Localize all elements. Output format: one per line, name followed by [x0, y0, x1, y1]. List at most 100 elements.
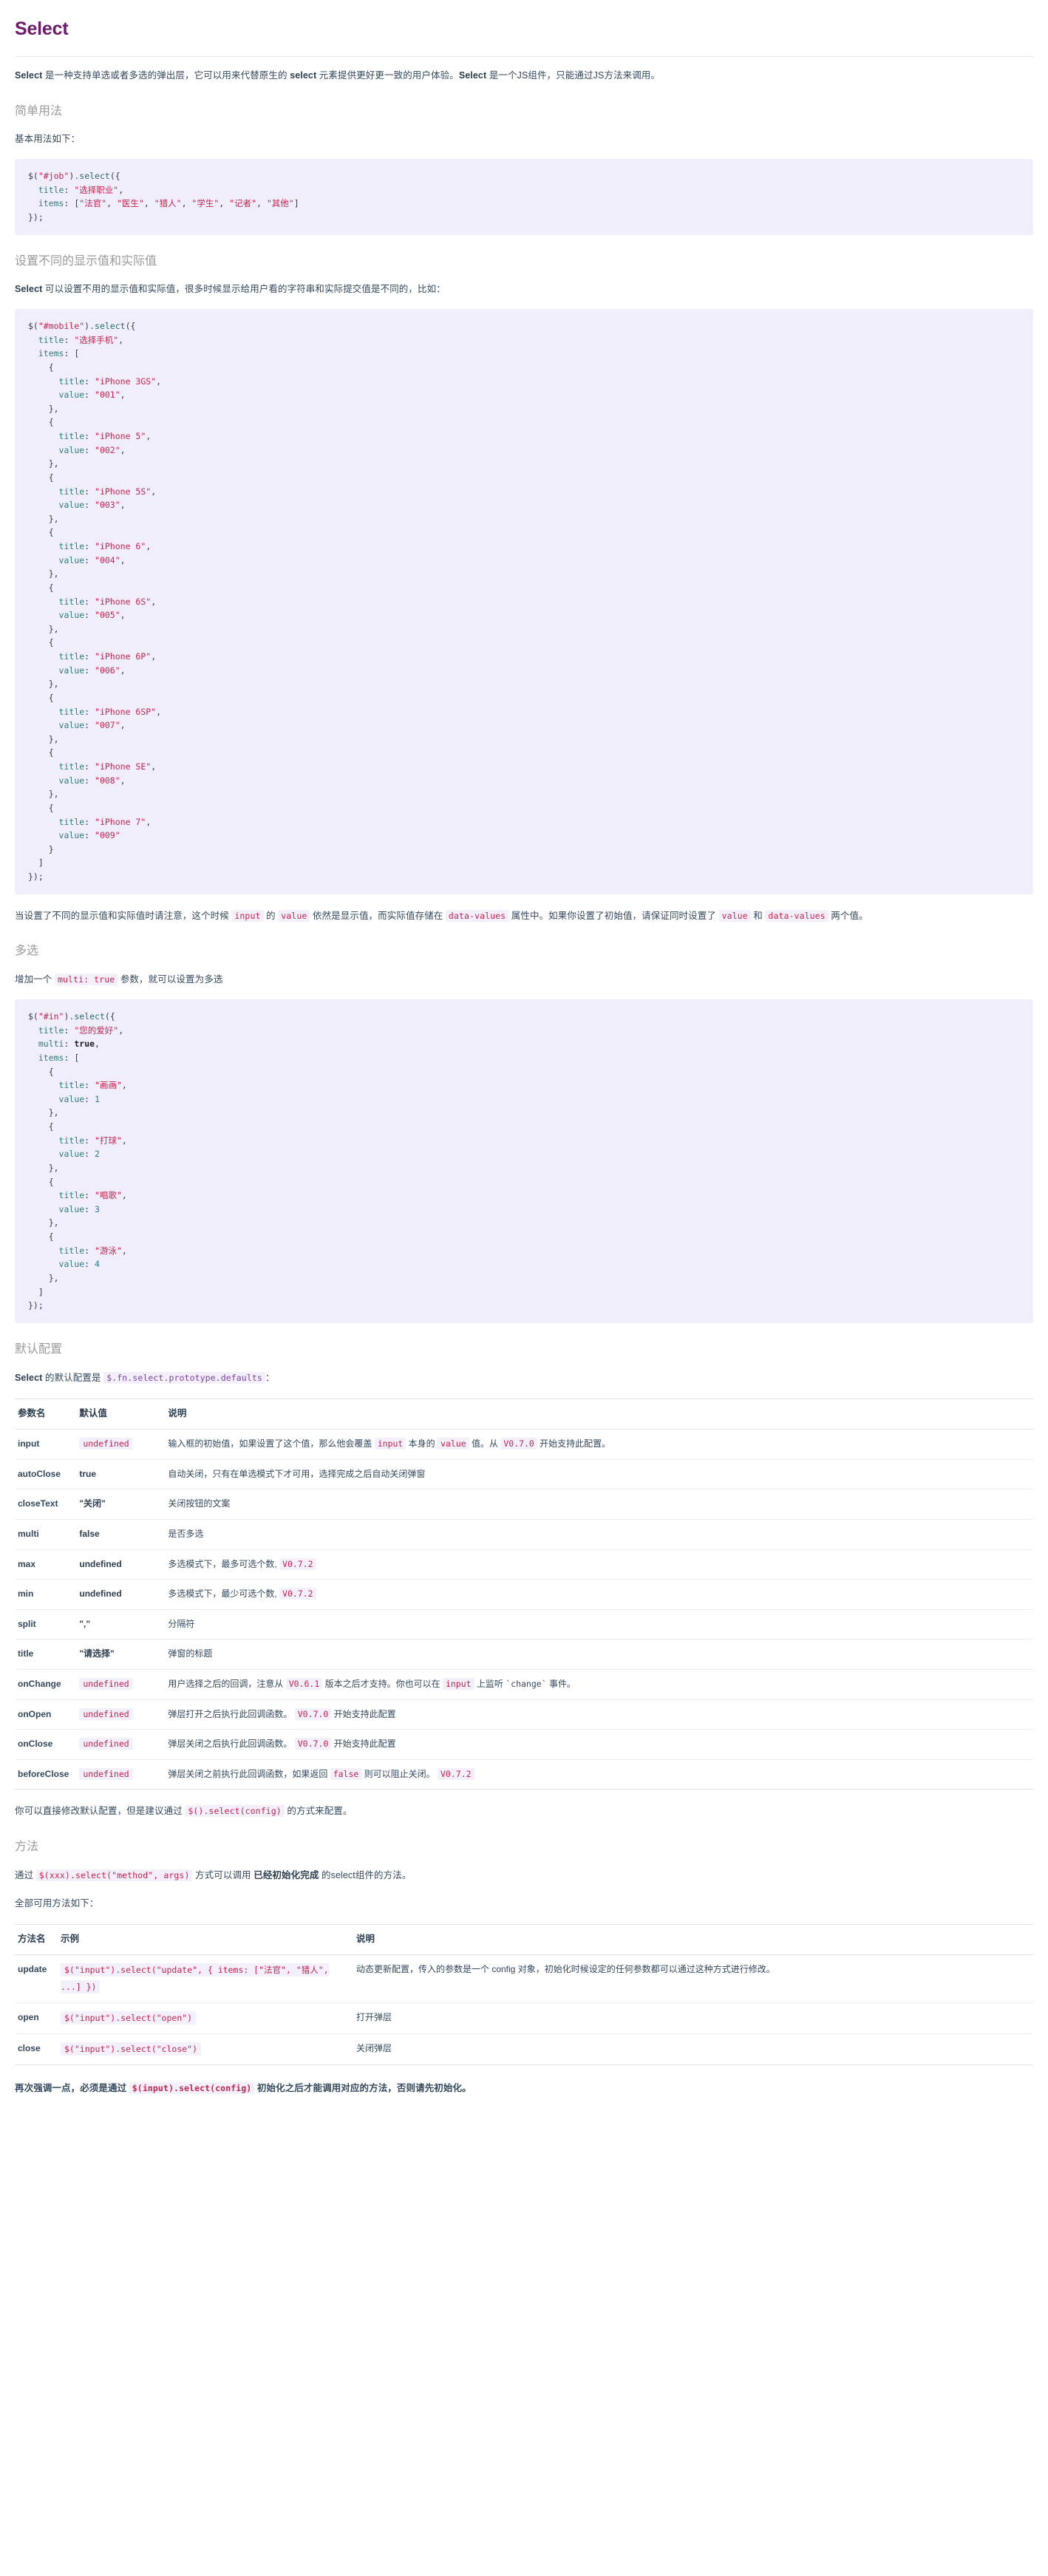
table-row: input undefined 输入框的初始值，如果设置了这个值，那么他会覆盖 in… — [15, 1429, 1033, 1460]
code-block-multi: $("#in").select({ title: "您的爱好", multi: … — [15, 999, 1033, 1323]
defaults-param-default: undefined — [76, 1759, 166, 1790]
defaults-param-desc: 弹层关闭之后执行此回调函数。 V0.7.0 开始支持此配置 — [165, 1729, 1033, 1760]
defaults-param-desc: 是否多选 — [165, 1519, 1033, 1550]
methods-col-example: 示例 — [58, 1924, 353, 1956]
defaults-after-text-2: 的方式来配置。 — [284, 1806, 353, 1817]
defaults-param-name: closeText — [15, 1489, 77, 1520]
intro-text-2: 元素提供更好更一致的用户体验。 — [316, 69, 459, 81]
section-heading-defaults: 默认配置 — [15, 1342, 63, 1356]
desc-text: 则可以阻止关闭。 — [361, 1768, 438, 1779]
desc-text: 弹层打开之后执行此回调函数。 — [168, 1708, 295, 1719]
method-example: $("input").select("update", { items: ["法… — [58, 1954, 353, 2004]
defaults-lead-mid: 的默认配置是 — [42, 1372, 104, 1383]
defaults-param-desc: 弹窗的标题 — [165, 1639, 1033, 1670]
section-heading-display-value: 设置不同的显示值和实际值 — [15, 254, 157, 268]
desc-text: 版本之后才支持。你也可以在 — [322, 1678, 443, 1689]
defaults-lead-tail: ： — [265, 1372, 275, 1383]
desc-inline-code: V0.7.2 — [279, 1557, 316, 1570]
section-heading-simple-usage: 简单用法 — [15, 104, 63, 118]
methods-footer-code: $(input).select(config) — [129, 2082, 255, 2095]
methods-lead-text-2: 方式可以调用 — [192, 1869, 254, 1880]
defaults-param-desc: 多选模式下，最少可选个数, V0.7.2 — [165, 1579, 1033, 1610]
intro-strong-2: Select — [458, 69, 487, 81]
intro-text-3: 是一个JS组件，只能通过JS方法来调用。 — [486, 69, 660, 81]
display-value-note: 当设置了不同的显示值和实际值时请注意，这个时候 input 的 value 依然… — [15, 908, 1033, 925]
desc-inline-code: input — [374, 1438, 406, 1450]
defaults-param-name: max — [15, 1549, 77, 1580]
desc-inline-code: value — [438, 1438, 469, 1450]
multi-lead-text-2: 参数，就可以设置为多选 — [118, 974, 223, 985]
desc-inline-code: input — [442, 1677, 474, 1690]
note-code-input: input — [231, 909, 264, 922]
methods-lead-text-1: 通过 — [15, 1869, 36, 1880]
note-code-value-2: value — [718, 909, 751, 922]
desc-text: 弹窗的标题 — [168, 1648, 213, 1659]
methods-lead-code: $(xxx).select("method", args) — [35, 1869, 193, 1881]
methods-table: 方法名 示例 说明 update $("input").select("updat… — [15, 1924, 1033, 2066]
defaults-after-code: $().select(config) — [185, 1805, 285, 1818]
table-row: title "请选择" 弹窗的标题 — [15, 1639, 1033, 1670]
defaults-param-name: min — [15, 1579, 77, 1610]
methods-table-header-row: 方法名 示例 说明 — [15, 1924, 1033, 1956]
defaults-param-default: undefined — [76, 1669, 166, 1700]
note-text-6: 两个值。 — [828, 910, 868, 921]
desc-inline-code: false — [330, 1767, 362, 1780]
table-row: onChange undefined 用户选择之后的回调，注意从 V0.6.1 版本… — [15, 1669, 1033, 1700]
defaults-param-default: "请选择" — [76, 1639, 166, 1670]
display-value-lead-rest: 可以设置不用的显示值和实际值，很多时候显示给用户看的字符串和实际提交值是不同的，… — [42, 284, 446, 295]
defaults-param-name: split — [15, 1609, 77, 1640]
defaults-col-default: 默认值 — [76, 1399, 166, 1430]
table-row: split "," 分隔符 — [15, 1609, 1033, 1640]
desc-inline-code: V0.7.0 — [500, 1438, 537, 1450]
defaults-lead-strong: Select — [15, 1372, 43, 1383]
method-name: update — [15, 1954, 58, 2004]
doc-page: Select Select 是一种支持单选或者多选的弹出层，它可以用来代替原生的… — [0, 0, 1048, 2126]
note-code-data-values: data-values — [445, 909, 509, 922]
table-row: multi false 是否多选 — [15, 1519, 1033, 1550]
defaults-table-head: 参数名 默认值 说明 — [15, 1399, 1033, 1430]
default-value-code: undefined — [79, 1707, 133, 1720]
desc-text: 上监听 — [474, 1678, 506, 1689]
default-value-text: "," — [79, 1618, 91, 1629]
defaults-param-desc: 弹层关闭之前执行此回调函数，如果返回 false 则可以阻止关闭。 V0.7.2 — [165, 1759, 1033, 1790]
method-example: $("input").select("close") — [58, 2033, 353, 2066]
desc-text: 弹层关闭之前执行此回调函数，如果返回 — [168, 1768, 330, 1779]
defaults-param-name: onChange — [15, 1669, 77, 1700]
note-text-5: 和 — [750, 910, 766, 921]
defaults-param-name: onOpen — [15, 1699, 77, 1730]
note-code-value: value — [278, 909, 310, 922]
defaults-param-default: false — [76, 1519, 166, 1550]
defaults-table-body: input undefined 输入框的初始值，如果设置了这个值，那么他会覆盖 in… — [15, 1429, 1033, 1790]
default-value-text: true — [79, 1468, 97, 1479]
desc-text: 多选模式下，最少可选个数, — [168, 1588, 280, 1600]
desc-text: 用户选择之后的回调，注意从 — [168, 1678, 286, 1689]
defaults-param-desc: 用户选择之后的回调，注意从 V0.6.1 版本之后才支持。你也可以在 input… — [165, 1669, 1033, 1700]
note-text-1: 当设置了不同的显示值和实际值时请注意，这个时候 — [15, 910, 232, 921]
desc-inline-code: V0.7.2 — [279, 1588, 316, 1600]
defaults-lead: Select 的默认配置是 $.fn.select.prototype.defa… — [15, 1370, 1033, 1387]
defaults-param-default: undefined — [76, 1699, 166, 1730]
defaults-param-name: multi — [15, 1519, 77, 1550]
intro-strong-1: Select — [15, 69, 43, 81]
desc-text: 是否多选 — [168, 1528, 204, 1539]
desc-text: 多选模式下，最多可选个数, — [168, 1558, 280, 1569]
desc-text: 开始支持此配置 — [331, 1708, 396, 1719]
defaults-table: 参数名 默认值 说明 input undefined 输入框的初始值，如果设置了这个… — [15, 1399, 1033, 1790]
desc-text: 关闭按钮的文案 — [168, 1498, 231, 1509]
defaults-param-default: "关闭" — [76, 1489, 166, 1520]
methods-footer-note: 再次强调一点，必须是通过 $(input).select(config) 初始化… — [15, 2080, 1033, 2098]
desc-inline-code: V0.6.1 — [285, 1677, 323, 1690]
default-value-code: undefined — [79, 1677, 133, 1690]
table-row: update $("input").select("update", { item… — [15, 1954, 1033, 2004]
multi-lead-text-1: 增加一个 — [15, 974, 55, 985]
methods-lead-2: 全部可用方法如下： — [15, 1897, 99, 1909]
default-value-text: "请选择" — [79, 1648, 115, 1659]
methods-footer-text-1: 再次强调一点，必须是通过 — [15, 2083, 129, 2094]
section-heading-methods: 方法 — [15, 1841, 39, 1854]
intro-text-1: 是一种支持单选或者多选的弹出层，它可以用来代替原生的 — [42, 69, 290, 81]
desc-text: 值。从 — [469, 1438, 501, 1450]
desc-inline-code: V0.7.0 — [294, 1738, 332, 1750]
method-name: close — [15, 2033, 58, 2066]
defaults-param-desc: 自动关闭，只有在单选模式下才可用，选择完成之后自动关闭弹窗 — [165, 1459, 1033, 1490]
table-row: onOpen undefined 弹层打开之后执行此回调函数。 V0.7.0 开始支… — [15, 1699, 1033, 1730]
